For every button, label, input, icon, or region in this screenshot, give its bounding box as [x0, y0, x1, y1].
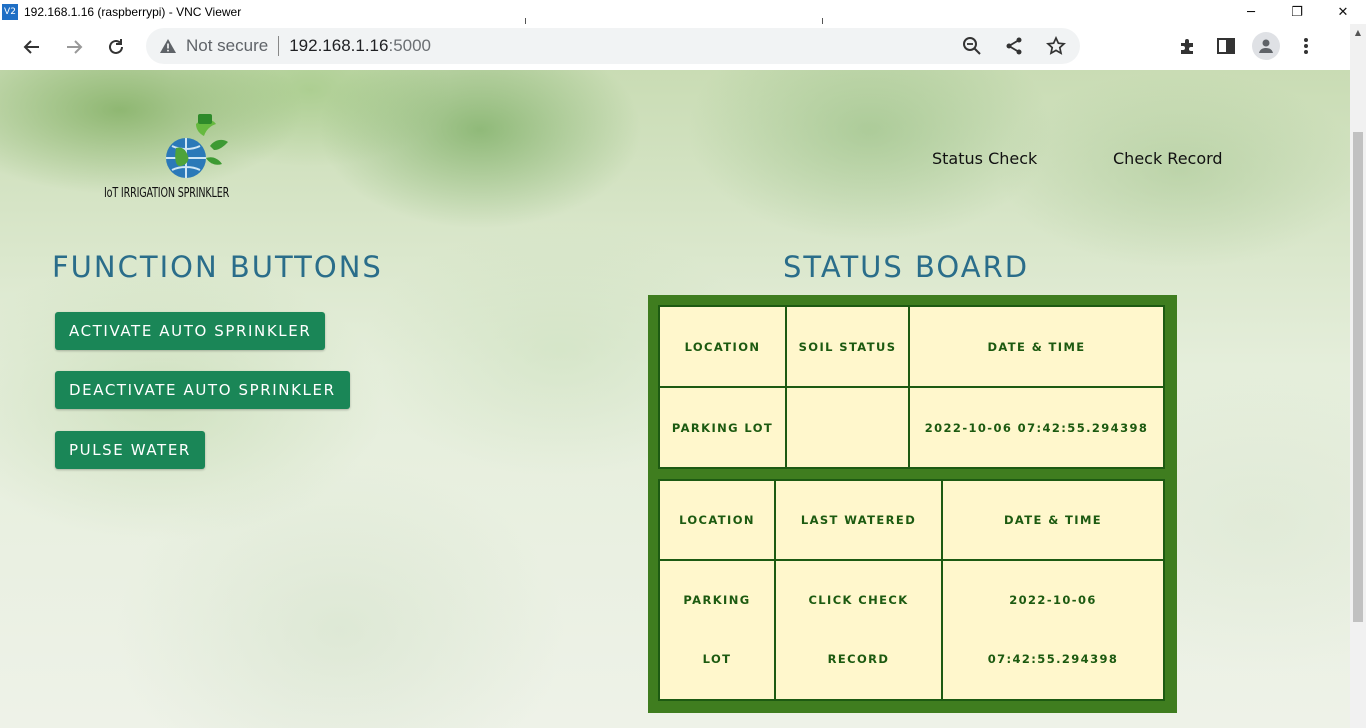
- minimize-button[interactable]: ─: [1228, 0, 1274, 24]
- table-cell: PARKING LOT: [658, 386, 787, 469]
- table-header-cell: LAST WATERED: [774, 479, 943, 561]
- extensions-icon[interactable]: [1176, 34, 1200, 58]
- url-host: 192.168.1.16: [289, 36, 389, 55]
- nav-check-record[interactable]: Check Record: [1113, 149, 1223, 168]
- table-header-row: LOCATION SOIL STATUS DATE & TIME: [658, 305, 1165, 388]
- forward-icon[interactable]: [56, 29, 92, 65]
- watering-record-table: LOCATION LAST WATERED DATE & TIME PARKIN…: [658, 479, 1165, 701]
- nav-status-check[interactable]: Status Check: [932, 149, 1037, 168]
- table-header-cell: SOIL STATUS: [785, 305, 910, 388]
- restore-button[interactable]: ❐: [1274, 0, 1320, 24]
- security-label: Not secure: [186, 36, 269, 55]
- table-header-cell: DATE & TIME: [941, 479, 1165, 561]
- table-cell: 2022-10-06 07:42:55.294398: [908, 386, 1165, 469]
- url-separator: [278, 36, 280, 56]
- activate-auto-sprinkler-button[interactable]: ACTIVATE AUTO SPRINKLER: [55, 312, 326, 350]
- table-header-cell: LOCATION: [658, 479, 776, 561]
- cell-line: RECORD: [827, 652, 890, 666]
- url-port: :5000: [388, 36, 432, 55]
- globe-sprinkler-icon: [166, 114, 228, 178]
- cell-line: 07:42:55.294398: [987, 652, 1119, 666]
- vnc-app-icon: V2: [2, 4, 18, 20]
- menu-icon[interactable]: [1294, 34, 1318, 58]
- window-title: 192.168.1.16 (raspberrypi) - VNC Viewer: [24, 5, 242, 19]
- table-cell: 2022-10-06 07:42:55.294398: [941, 559, 1165, 701]
- scroll-up-icon[interactable]: ▲: [1350, 24, 1366, 40]
- address-bar[interactable]: Not secure 192.168.1.16 :5000: [146, 28, 1080, 64]
- warning-icon[interactable]: [158, 36, 178, 56]
- status-board-title: STATUS BOARD: [783, 250, 1030, 284]
- cell-line: 2022-10-06: [1009, 593, 1097, 607]
- star-icon[interactable]: [1044, 34, 1068, 58]
- soil-status-table: LOCATION SOIL STATUS DATE & TIME PARKING…: [658, 305, 1165, 469]
- side-panel-icon[interactable]: [1214, 34, 1238, 58]
- cell-line: CLICK CHECK: [808, 593, 909, 607]
- table-cell: [785, 386, 910, 469]
- vnc-title-bar: V2 192.168.1.16 (raspberrypi) - VNC View…: [0, 0, 1366, 26]
- page-scrollbar[interactable]: ▲: [1350, 24, 1366, 728]
- browser-toolbar: Not secure 192.168.1.16 :5000: [0, 24, 1356, 70]
- site-logo[interactable]: IoT IRRIGATION SPRINKLER: [104, 114, 274, 204]
- logo-text: IoT IRRIGATION SPRINKLER: [104, 186, 230, 201]
- page-content: IoT IRRIGATION SPRINKLER Status Check Ch…: [0, 70, 1350, 728]
- function-buttons-title: FUNCTION BUTTONS: [52, 250, 383, 284]
- pulse-water-button[interactable]: PULSE WATER: [55, 431, 205, 469]
- back-icon[interactable]: [14, 29, 50, 65]
- cell-line: LOT: [702, 652, 732, 666]
- profile-icon[interactable]: [1252, 32, 1280, 60]
- table-cell: PARKING LOT: [658, 559, 776, 701]
- table-header-cell: LOCATION: [658, 305, 787, 388]
- cell-line: PARKING: [683, 593, 751, 607]
- close-button[interactable]: ✕: [1320, 0, 1366, 24]
- table-header-row: LOCATION LAST WATERED DATE & TIME: [658, 479, 1165, 561]
- scrollbar-thumb[interactable]: [1353, 132, 1363, 622]
- table-cell: CLICK CHECK RECORD: [774, 559, 943, 701]
- zoom-icon[interactable]: [960, 34, 984, 58]
- table-row: PARKING LOT 2022-10-06 07:42:55.294398: [658, 386, 1165, 469]
- status-board: LOCATION SOIL STATUS DATE & TIME PARKING…: [648, 295, 1177, 713]
- reload-icon[interactable]: [98, 29, 134, 65]
- deactivate-auto-sprinkler-button[interactable]: DEACTIVATE AUTO SPRINKLER: [55, 371, 350, 409]
- share-icon[interactable]: [1002, 34, 1026, 58]
- table-header-cell: DATE & TIME: [908, 305, 1165, 388]
- table-row: PARKING LOT CLICK CHECK RECORD 2022-10-0…: [658, 559, 1165, 701]
